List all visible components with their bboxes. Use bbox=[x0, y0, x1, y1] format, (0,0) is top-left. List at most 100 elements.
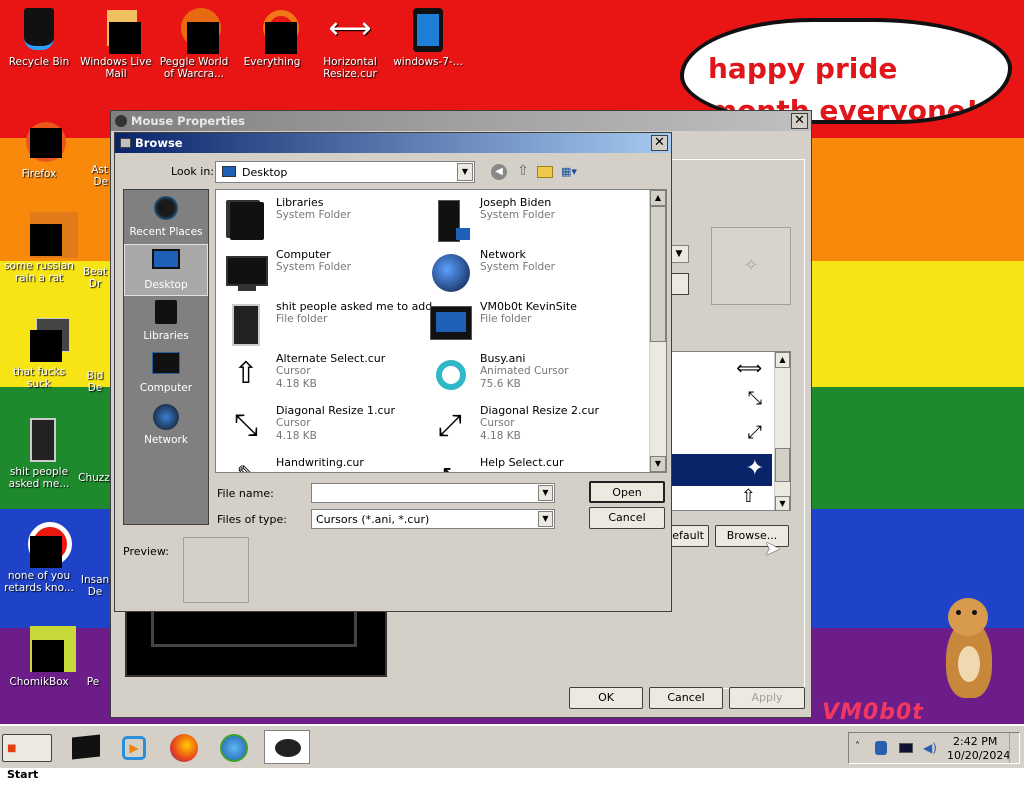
file-item-handwriting[interactable]: ✎ Handwriting.cur bbox=[218, 454, 418, 472]
desktop-icon-shit-people[interactable]: shit people asked me... bbox=[0, 416, 78, 490]
volume-icon[interactable]: ◀) bbox=[923, 741, 937, 755]
list-item[interactable]: ⤢ bbox=[672, 422, 772, 450]
ok-label: OK bbox=[598, 691, 614, 704]
file-item-computer[interactable]: Computer System Folder bbox=[218, 246, 418, 298]
file-item-joseph-biden[interactable]: Joseph Biden System Folder bbox=[422, 194, 622, 246]
file-name-input[interactable]: ▼ bbox=[311, 483, 555, 503]
preview-label: Preview: bbox=[123, 545, 169, 558]
scroll-down-icon[interactable]: ▼ bbox=[775, 496, 790, 510]
close-icon[interactable]: ✕ bbox=[791, 113, 808, 129]
terminal-icon bbox=[72, 734, 100, 760]
scroll-up-icon[interactable]: ▲ bbox=[775, 352, 790, 368]
desktop-icon-label: Windows Live Mail bbox=[80, 56, 152, 80]
new-folder-icon[interactable] bbox=[537, 166, 553, 178]
taskbar-app-shell[interactable] bbox=[68, 730, 104, 764]
taskbar-app-mouse-properties[interactable] bbox=[264, 730, 310, 764]
desktop-icon-recycle-bin[interactable]: Recycle Bin bbox=[0, 6, 78, 68]
desktop-icon-that-fucks-suck[interactable]: that fucks suck bbox=[0, 316, 78, 390]
show-desktop-button[interactable] bbox=[1009, 733, 1019, 763]
diagonal-resize-cursor-icon: ⤡ bbox=[234, 408, 258, 443]
desktop-icon-firefox[interactable]: Firefox bbox=[0, 118, 78, 180]
desktop-icon-some-russian[interactable]: some russian rain a rat bbox=[0, 210, 78, 284]
scroll-thumb[interactable] bbox=[650, 206, 666, 342]
cursor-list-scrollbar[interactable]: ▲ ▼ bbox=[774, 352, 790, 510]
desktop-icon-windows7[interactable]: windows-7-... bbox=[389, 6, 467, 68]
file-item-help-select[interactable]: ↖ Help Select.cur bbox=[422, 454, 622, 472]
cursor-list[interactable]: ⟺ ⤡ ⤢ ✦ ⇧ ▲ ▼ bbox=[671, 351, 791, 511]
file-list[interactable]: Libraries System Folder Joseph Biden Sys… bbox=[215, 189, 667, 473]
dialog-cancel-button[interactable]: Cancel bbox=[589, 507, 665, 529]
desktop-icon-everything[interactable]: Everything bbox=[233, 6, 311, 68]
desktop-icon-chomikbox[interactable]: ChomikBox bbox=[0, 626, 78, 688]
black-monitor-preview bbox=[125, 609, 387, 677]
taskbar-app-firefox[interactable] bbox=[166, 730, 202, 764]
open-label: Open bbox=[612, 486, 642, 499]
scheme-dropdown-arrow[interactable]: ▼ bbox=[669, 245, 689, 263]
cursor-preview-box: ✧ bbox=[711, 227, 791, 305]
place-label: Libraries bbox=[143, 330, 189, 342]
watermark-text: VM0b0t bbox=[822, 700, 924, 724]
list-item[interactable]: ⇧ bbox=[672, 486, 772, 510]
place-label: Computer bbox=[139, 382, 193, 394]
browse-dialog: Browse ✕ Look in: Desktop ▼ ◀ ⇧ ▦▾ Recen… bbox=[114, 132, 672, 612]
scroll-down-icon[interactable]: ▼ bbox=[650, 456, 666, 472]
place-label: Desktop bbox=[144, 279, 188, 291]
chevron-down-icon[interactable]: ▼ bbox=[457, 163, 473, 181]
mouse-properties-titlebar[interactable]: Mouse Properties ✕ bbox=[111, 111, 811, 131]
file-item-vm0b0t[interactable]: VM0b0t KevinSite File folder bbox=[422, 298, 622, 350]
back-icon[interactable]: ◀ bbox=[491, 164, 507, 180]
file-name: shit people asked me to add bbox=[276, 300, 433, 313]
list-item-selected[interactable]: ✦ bbox=[672, 454, 772, 486]
desktop-icon-none-of-you[interactable]: none of you retards kno... bbox=[0, 520, 78, 594]
taskbar-app-media[interactable]: ▶ bbox=[116, 730, 152, 764]
cancel-button[interactable]: Cancel bbox=[649, 687, 723, 709]
show-hidden-icons-icon[interactable]: ˄ bbox=[855, 741, 860, 752]
desktop-icon-label: none of you retards kno... bbox=[4, 570, 74, 594]
view-menu-icon[interactable]: ▦▾ bbox=[561, 165, 585, 179]
desktop-icon-horizontal-resize[interactable]: ⟷ Horizontal Resize.cur bbox=[311, 6, 389, 80]
open-button[interactable]: Open bbox=[589, 481, 665, 503]
start-button[interactable]: ■ Start bbox=[2, 734, 52, 781]
file-item-diagonal-resize-2[interactable]: ⤢ Diagonal Resize 2.cur Cursor 4.18 KB bbox=[422, 402, 622, 454]
file-list-scrollbar[interactable]: ▲ ▼ bbox=[649, 190, 666, 472]
taskbar-app-ie[interactable] bbox=[216, 730, 252, 764]
help-cursor-icon: ↖ bbox=[428, 458, 472, 472]
file-item-network[interactable]: Network System Folder bbox=[422, 246, 622, 298]
place-computer[interactable]: Computer bbox=[124, 348, 208, 400]
list-item[interactable]: ⟺ bbox=[672, 356, 772, 382]
clock-date[interactable]: 10/20/2024 bbox=[947, 749, 1010, 762]
place-network[interactable]: Network bbox=[124, 400, 208, 452]
ok-button[interactable]: OK bbox=[569, 687, 643, 709]
scroll-thumb[interactable] bbox=[775, 448, 790, 482]
chevron-down-icon[interactable]: ▼ bbox=[538, 511, 553, 527]
file-item-libraries[interactable]: Libraries System Folder bbox=[218, 194, 418, 246]
chevron-down-icon[interactable]: ▼ bbox=[538, 485, 553, 501]
file-item-alternate-select[interactable]: ⇧ Alternate Select.cur Cursor 4.18 KB bbox=[218, 350, 418, 402]
place-recent-places[interactable]: Recent Places bbox=[124, 192, 208, 244]
scroll-up-icon[interactable]: ▲ bbox=[650, 190, 666, 206]
close-icon[interactable]: ✕ bbox=[651, 135, 668, 151]
save-as-button-edge[interactable] bbox=[669, 273, 689, 295]
file-item-diagonal-resize-1[interactable]: ⤡ Diagonal Resize 1.cur Cursor 4.18 KB bbox=[218, 402, 418, 454]
desktop-icon-windows-live-mail[interactable]: Windows Live Mail bbox=[77, 6, 155, 80]
file-item-busy[interactable]: Busy.ani Animated Cursor 75.6 KB bbox=[422, 350, 622, 402]
diagonal-resize-cursor-icon: ⤢ bbox=[747, 422, 762, 443]
place-desktop[interactable]: Desktop bbox=[124, 244, 208, 296]
bluetooth-icon[interactable] bbox=[875, 741, 887, 755]
desktop-icon-label: Recycle Bin bbox=[8, 56, 70, 68]
files-of-type-select[interactable]: Cursors (*.ani, *.cur) ▼ bbox=[311, 509, 555, 529]
desktop-icon-label: Ast De bbox=[91, 164, 108, 188]
apply-button[interactable]: Apply bbox=[729, 687, 805, 709]
browse-titlebar[interactable]: Browse ✕ bbox=[115, 133, 671, 153]
file-size: 4.18 KB bbox=[480, 430, 521, 442]
desktop-icon-peggle[interactable]: Peggle World of Warcra... bbox=[155, 6, 233, 80]
list-item[interactable]: ⤡ bbox=[672, 388, 772, 416]
up-folder-icon[interactable]: ⇧ bbox=[515, 163, 531, 181]
start-label: Start bbox=[7, 768, 39, 781]
clock-time[interactable]: 2:42 PM bbox=[953, 735, 997, 748]
firefox-icon bbox=[16, 118, 66, 164]
look-in-dropdown[interactable]: Desktop ▼ bbox=[215, 161, 475, 183]
place-libraries[interactable]: Libraries bbox=[124, 296, 208, 348]
network-tray-icon[interactable] bbox=[899, 743, 913, 753]
file-item-shit-people[interactable]: shit people asked me to add File folder bbox=[218, 298, 432, 350]
